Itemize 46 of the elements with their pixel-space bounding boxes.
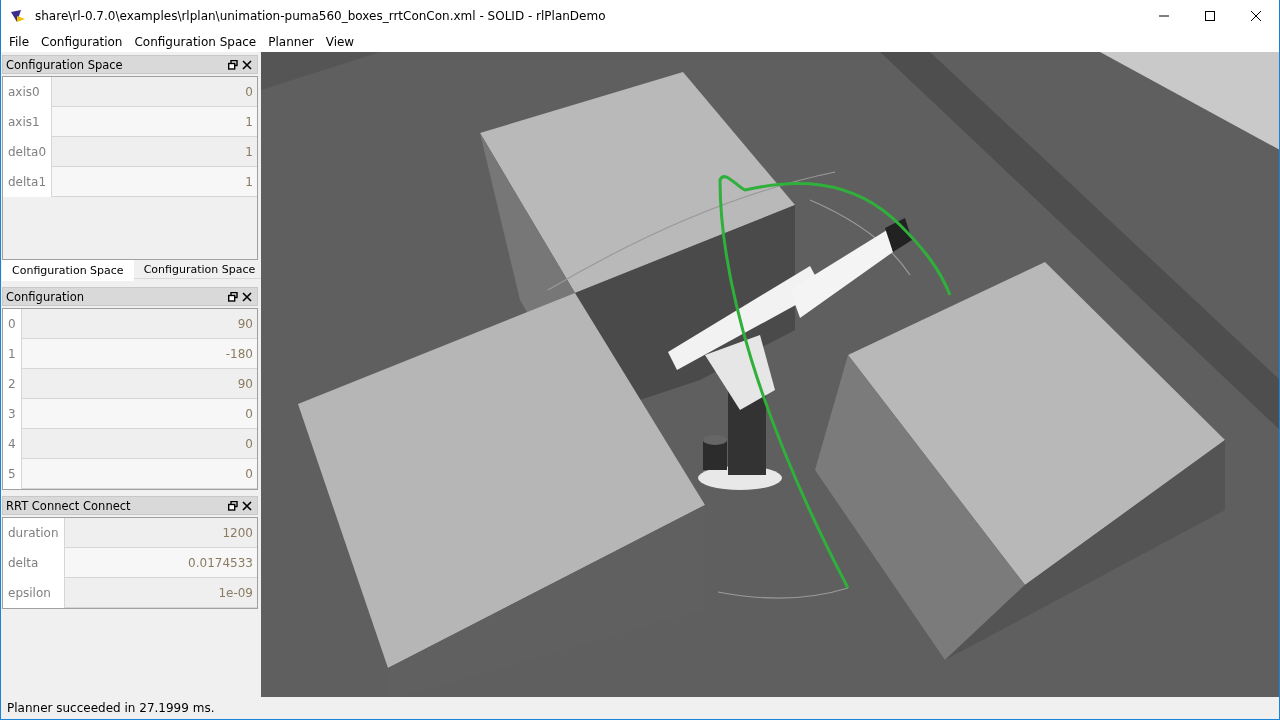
property-value[interactable]: -180 xyxy=(20,339,257,369)
menu-item[interactable]: Planner xyxy=(262,31,320,52)
property-value[interactable]: 0.0174533 xyxy=(63,548,257,578)
dock-tab[interactable]: Configuration Space xyxy=(2,260,134,281)
property-name: delta1 xyxy=(3,167,52,197)
property-name: 0 xyxy=(3,309,21,339)
property-name: duration xyxy=(3,518,64,548)
property-name: 4 xyxy=(3,429,21,459)
window-title: share\rl-0.7.0\examples\rlplan\unimation-puma560_boxes_rrtConCon.xml - SOLID - rlPlanDemo xyxy=(35,8,607,23)
property-value[interactable]: 1e-09 xyxy=(63,578,257,608)
property-value[interactable]: 1 xyxy=(51,167,257,197)
dock-title: Configuration xyxy=(6,289,85,304)
property-value[interactable]: 1 xyxy=(51,107,257,137)
menu-item[interactable]: File xyxy=(3,31,36,52)
property-value[interactable]: 1200 xyxy=(63,518,257,548)
close-icon[interactable] xyxy=(1251,10,1261,21)
maximize-icon[interactable] xyxy=(1205,10,1215,21)
dock-title: RRT Connect Connect xyxy=(6,498,132,513)
app-icon xyxy=(11,9,25,22)
menu-item[interactable]: Configuration xyxy=(35,31,129,52)
close-icon[interactable] xyxy=(240,498,254,513)
property-name: axis1 xyxy=(3,107,52,137)
property-value[interactable]: 1 xyxy=(51,137,257,167)
close-icon[interactable] xyxy=(240,289,254,304)
property-name: delta0 xyxy=(3,137,52,167)
dock-title: Configuration Space xyxy=(6,57,124,72)
float-icon[interactable] xyxy=(226,498,240,513)
property-name: 5 xyxy=(3,459,21,489)
float-icon[interactable] xyxy=(226,57,240,72)
property-name: epsilon xyxy=(3,578,64,608)
property-value[interactable]: 0 xyxy=(20,429,257,459)
close-icon[interactable] xyxy=(240,57,254,72)
menu-item[interactable]: Configuration Space xyxy=(128,31,263,52)
property-name: 2 xyxy=(3,369,21,399)
property-name: delta xyxy=(3,548,64,578)
property-value[interactable]: 90 xyxy=(20,369,257,399)
menu-item[interactable]: View xyxy=(319,31,361,52)
property-value[interactable]: 90 xyxy=(20,309,257,339)
property-name: axis0 xyxy=(3,77,52,107)
property-value[interactable]: 0 xyxy=(20,459,257,489)
property-name: 3 xyxy=(3,399,21,429)
property-value[interactable]: 0 xyxy=(51,77,257,107)
property-name: 1 xyxy=(3,339,21,369)
float-icon[interactable] xyxy=(226,289,240,304)
property-value[interactable]: 0 xyxy=(20,399,257,429)
status-message: Planner succeeded in 27.1999 ms. xyxy=(7,701,215,715)
